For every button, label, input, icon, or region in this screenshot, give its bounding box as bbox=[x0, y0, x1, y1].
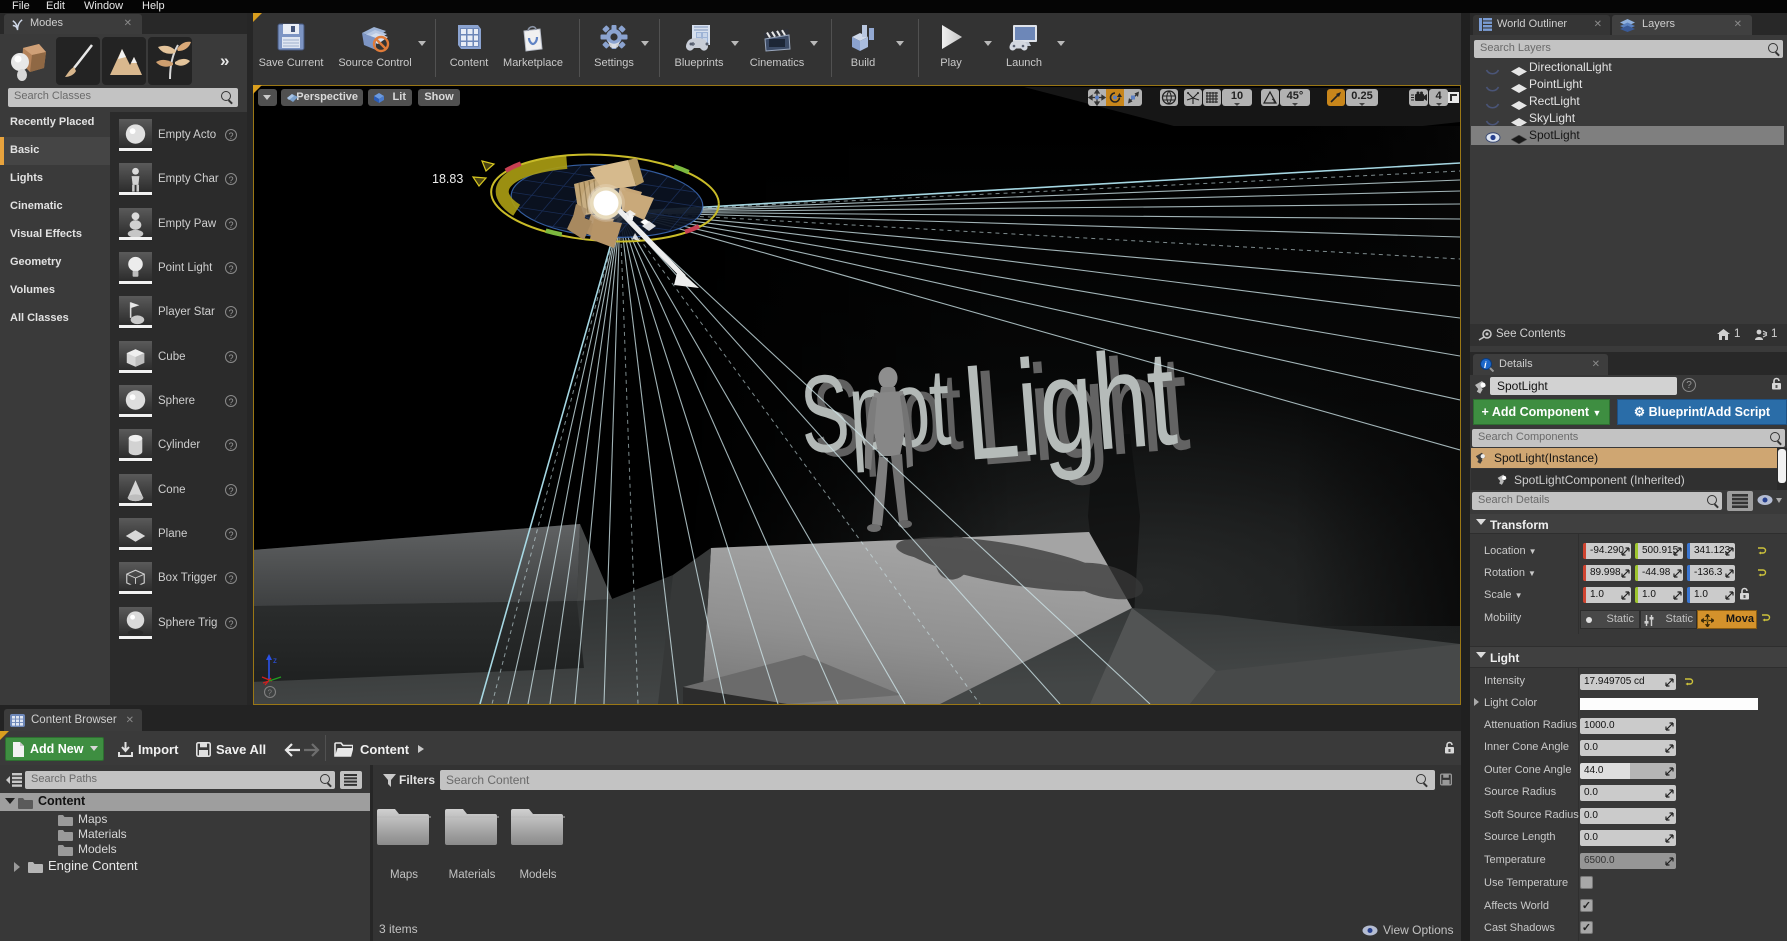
svg-text:?: ? bbox=[268, 689, 273, 698]
svg-text:z: z bbox=[273, 656, 277, 665]
svg-text:Light: Light bbox=[957, 322, 1181, 490]
svg-text:18.83: 18.83 bbox=[432, 172, 463, 186]
